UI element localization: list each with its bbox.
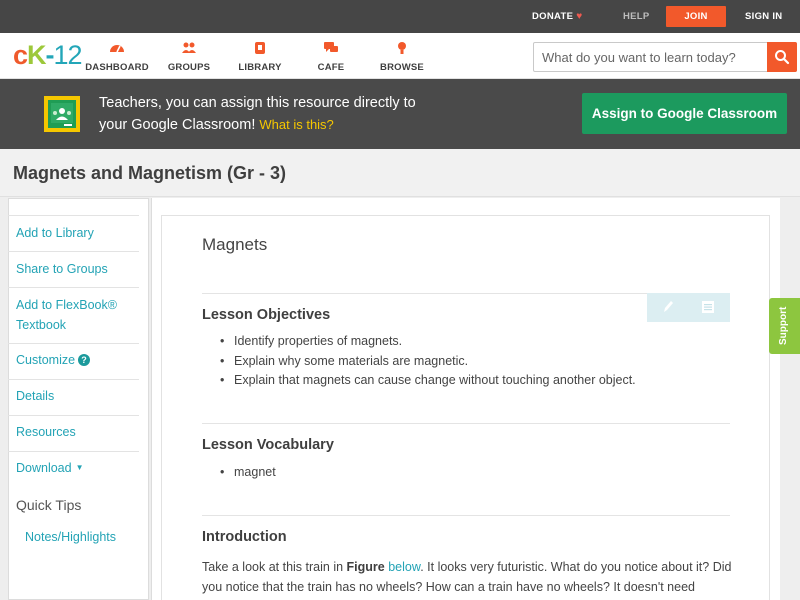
lesson-objectives-heading: Lesson Objectives (202, 307, 331, 323)
share-to-groups-link[interactable]: Share to Groups (16, 259, 108, 279)
pencil-icon[interactable] (661, 299, 675, 315)
join-button[interactable]: JOIN (666, 6, 726, 27)
caret-down-icon: ▼ (75, 463, 84, 472)
search-button[interactable] (767, 42, 797, 72)
section-divider (202, 423, 730, 424)
resources-link[interactable]: Resources (16, 422, 76, 442)
cafe-icon (324, 42, 338, 52)
list-item: magnet (220, 465, 276, 479)
browse-icon (398, 42, 406, 54)
sidebar-divider (8, 215, 139, 216)
dashboard-icon (110, 45, 124, 53)
introduction-heading: Introduction (202, 529, 287, 545)
top-bar: DONATE ♥ HELP JOIN SIGN IN (0, 0, 800, 33)
search-icon (775, 50, 790, 65)
details-link[interactable]: Details (16, 386, 54, 406)
heart-icon: ♥ (576, 11, 583, 22)
introduction-paragraph: Take a look at this train in Figure belo… (202, 560, 732, 594)
google-classroom-icon (44, 96, 80, 132)
nav-cafe[interactable]: CAFE (296, 41, 366, 73)
notes-highlights-link[interactable]: Notes/Highlights (25, 527, 116, 547)
figure-below-link[interactable]: below (388, 560, 420, 574)
nav-groups[interactable]: GROUPS (154, 41, 224, 73)
search-input[interactable] (534, 43, 768, 71)
section-divider (202, 515, 730, 516)
search-box (533, 42, 797, 72)
donate-link[interactable]: DONATE ♥ (532, 0, 582, 33)
nav-dashboard[interactable]: DASHBOARD (82, 41, 152, 73)
what-is-this-link[interactable]: What is this? (259, 117, 333, 132)
ck12-logo[interactable]: cK-12 (13, 41, 83, 69)
list-item: Identify properties of magnets. (220, 334, 402, 348)
lesson-title: Magnets (202, 235, 268, 254)
nav-browse[interactable]: BROWSE (367, 41, 437, 73)
sidebar-divider (8, 451, 139, 452)
sidebar-divider (8, 379, 139, 380)
page-title: Magnets and Magnetism (Gr - 3) (13, 163, 287, 183)
list-item: Explain that magnets can cause change wi… (220, 373, 636, 387)
banner-message: Teachers, you can assign this resource d… (99, 95, 416, 133)
assign-to-google-classroom-button[interactable]: Assign to Google Classroom (582, 93, 787, 134)
list-item: Explain why some materials are magnetic. (220, 354, 468, 368)
quick-tips-heading: Quick Tips (16, 497, 82, 513)
support-tab[interactable]: Support (769, 298, 800, 354)
groups-icon (182, 42, 196, 53)
library-icon (255, 42, 265, 54)
add-to-library-link[interactable]: Add to Library (16, 223, 94, 243)
lesson-tools (647, 293, 730, 322)
nav-bar: cK-12 DASHBOARD GROUPS LIBRARY CAFE BROW… (0, 33, 800, 79)
help-link[interactable]: HELP (623, 0, 650, 33)
customize-link[interactable]: Customize? (16, 350, 91, 370)
nav-library[interactable]: LIBRARY (225, 41, 295, 73)
sidebar-divider (8, 287, 139, 288)
notes-icon[interactable] (701, 300, 715, 314)
sidebar-divider (8, 415, 139, 416)
sidebar-divider (8, 251, 139, 252)
download-dropdown[interactable]: Download ▼ (16, 458, 84, 478)
lesson-vocabulary-heading: Lesson Vocabulary (202, 437, 334, 453)
add-to-flexbook-link[interactable]: Add to FlexBook® Textbook (16, 295, 117, 335)
sign-in-link[interactable]: SIGN IN (745, 0, 782, 33)
help-icon[interactable]: ? (78, 354, 91, 366)
sidebar-divider (8, 343, 139, 344)
